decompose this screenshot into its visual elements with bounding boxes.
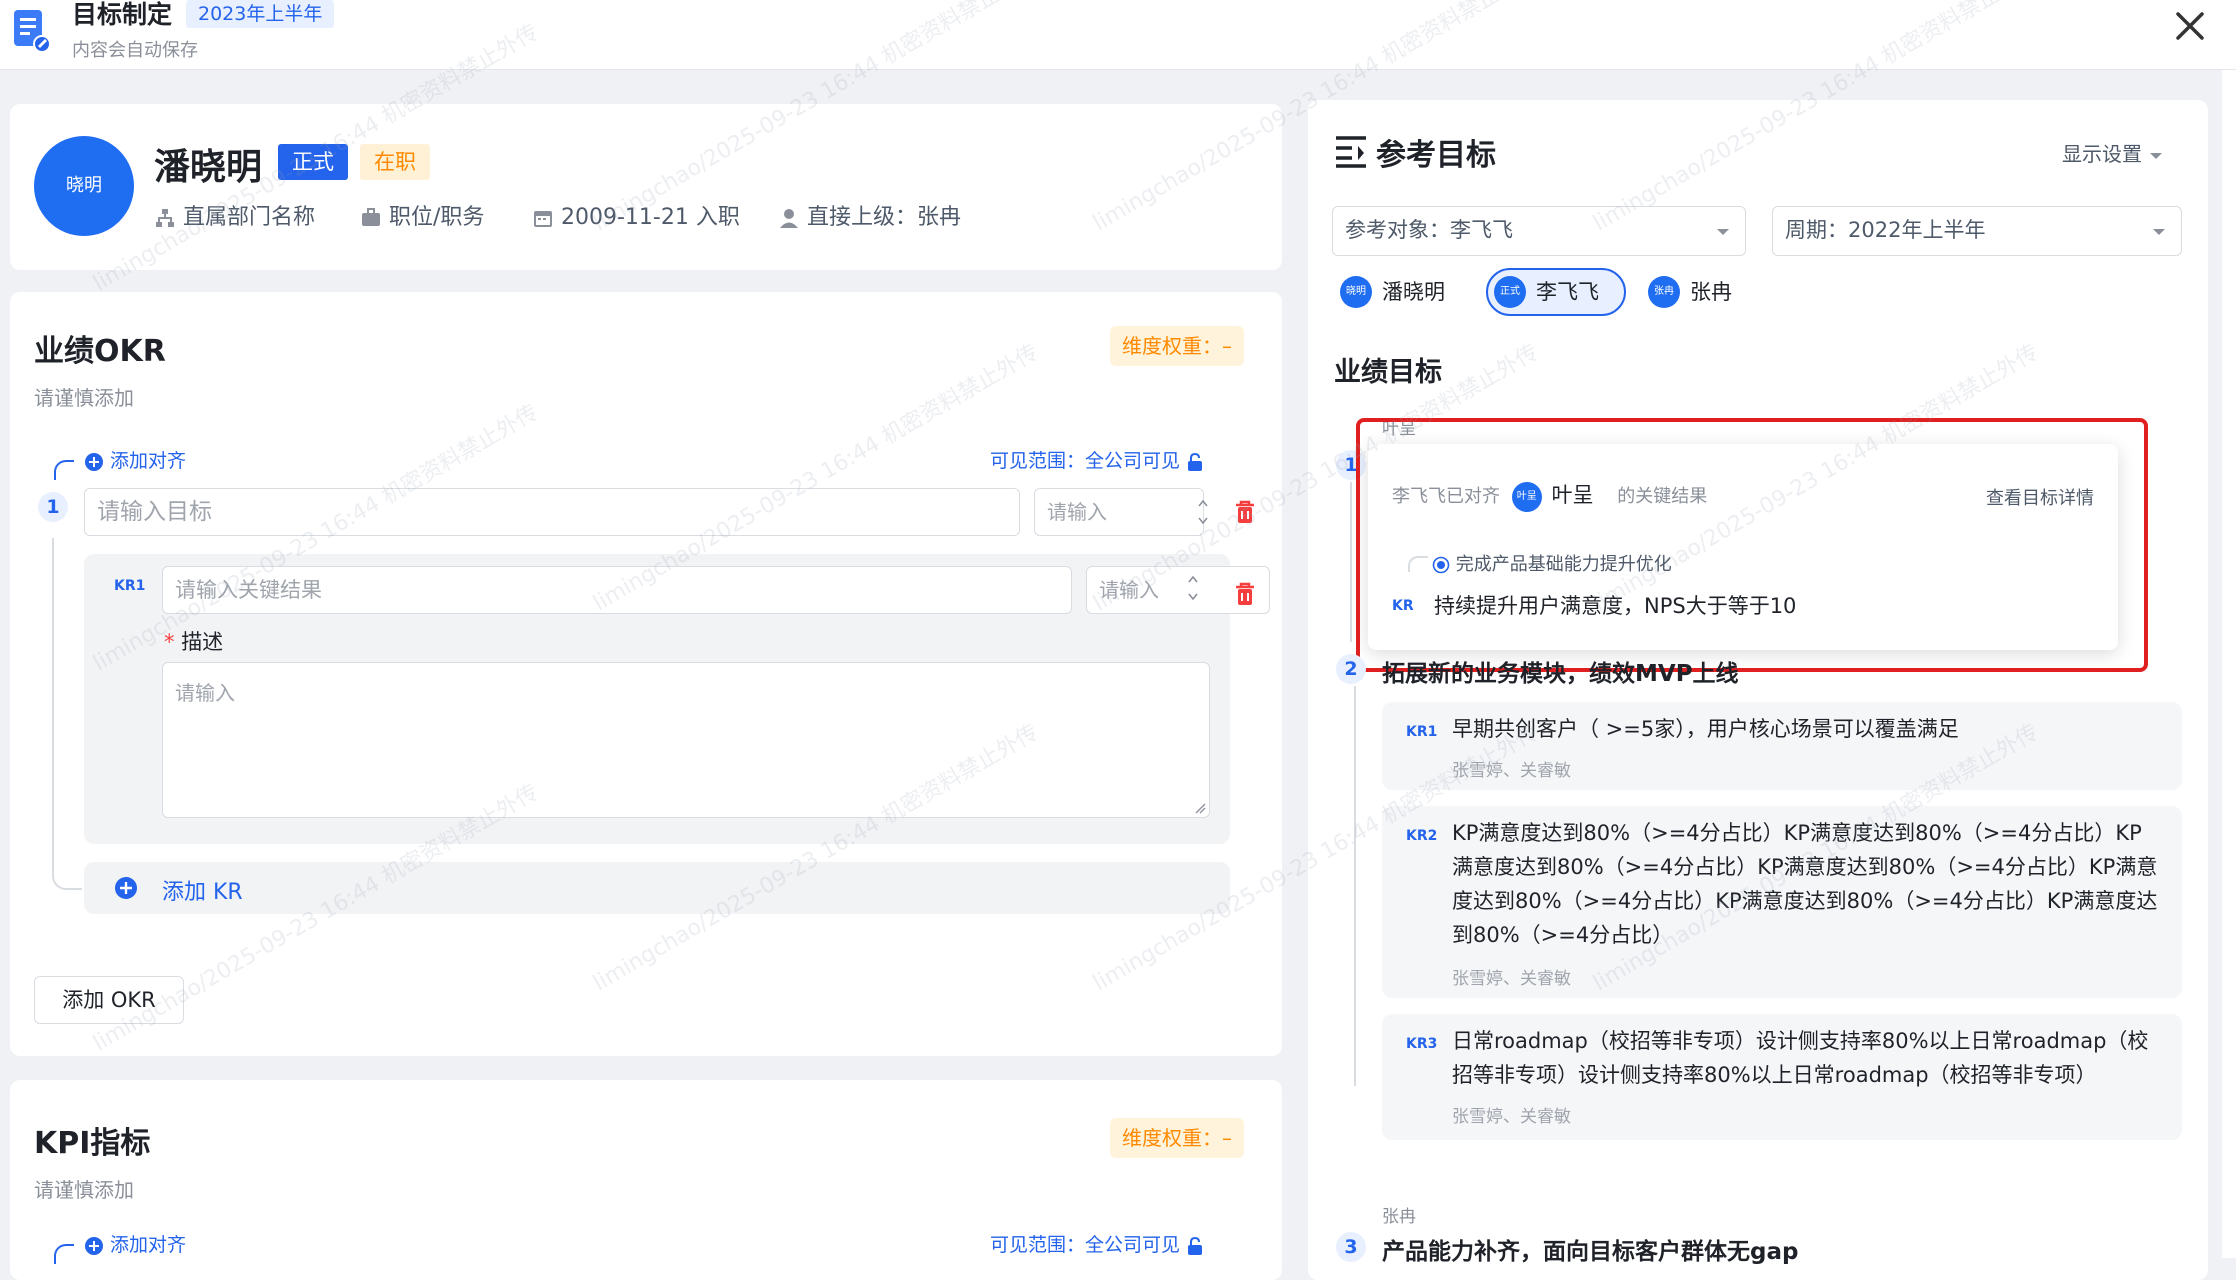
resize-handle-icon[interactable] — [1194, 802, 1206, 814]
obj2-number: 2 — [1336, 654, 1366, 684]
ref-kr-item[interactable]: KR2 KP满意度达到80%（>=4分占比）KP满意度达到80%（>=4分占比）… — [1382, 806, 2182, 998]
department-info: 直属部门名称 — [154, 204, 315, 232]
objective-number: 1 — [38, 492, 68, 522]
org-icon — [156, 209, 174, 227]
outline-icon — [1336, 136, 1366, 168]
delete-kr-icon[interactable] — [1232, 580, 1258, 608]
person-icon — [780, 209, 798, 228]
status-active-badge: 在职 — [360, 144, 430, 180]
header-bar: 目标制定 2023年上半年 内容会自动保存 — [0, 0, 2236, 70]
okr-card: 业绩OKR 请谨慎添加 维度权重：– 添加对齐 可见范围：全公司可见 1 请输入… — [10, 292, 1282, 1056]
kr-weight-stepper[interactable] — [1186, 568, 1200, 608]
kpi-add-align-link[interactable]: 添加对齐 — [84, 1232, 186, 1258]
plus-circle-icon — [115, 877, 137, 899]
objective-weight-input[interactable]: 请输入 — [1034, 488, 1204, 536]
ref-kr-item[interactable]: KR3 日常roadmap（校招等非专项）设计侧支持率80%以上日常roadma… — [1382, 1014, 2182, 1140]
employee-avatar: 晓明 — [34, 136, 134, 236]
status-formal-badge: 正式 — [278, 144, 348, 180]
close-icon[interactable] — [2170, 6, 2210, 46]
objective-input[interactable]: 请输入目标 — [84, 488, 1020, 536]
period-tag: 2023年上半年 — [186, 0, 335, 28]
employee-card: 晓明 潘晓明 正式 在职 直属部门名称 职位/职务 2009-11-21 入职 … — [10, 104, 1282, 270]
tree-line — [52, 538, 82, 890]
display-settings[interactable]: 显示设置 — [2062, 138, 2164, 167]
person-pill-lifeifei[interactable]: 正式 李飞飞 — [1486, 268, 1626, 316]
kpi-weight-badge[interactable]: 维度权重：– — [1110, 1118, 1244, 1158]
chevron-down-icon — [2150, 152, 2163, 159]
chevron-down-icon — [2153, 229, 2165, 235]
chevron-down-icon — [1717, 229, 1729, 235]
kpi-card: KPI指标 请谨慎添加 维度权重：– 添加对齐 可见范围：全公司可见 — [10, 1080, 1282, 1280]
align-connector — [54, 1244, 74, 1264]
join-date-info: 2009-11-21 入职 — [532, 204, 740, 232]
kpi-section-subtitle: 请谨慎添加 — [34, 1178, 134, 1202]
kr-text: KP满意度达到80%（>=4分占比）KP满意度达到80%（>=4分占比）KP 满… — [1452, 821, 2158, 947]
kr-owners: 张雪婷、关睿敏 — [1452, 761, 1571, 781]
reference-section-title: 业绩目标 — [1334, 357, 1442, 388]
reference-object-select[interactable]: 参考对象：李飞飞 — [1332, 206, 1746, 256]
kr-text: 日常roadmap（校招等非专项）设计侧支持率80%以上日常roadmap（校 … — [1452, 1029, 2149, 1087]
calendar-icon — [534, 211, 552, 227]
avatar: 晓明 — [1340, 276, 1372, 308]
okr-section-subtitle: 请谨慎添加 — [34, 386, 134, 410]
avatar: 张冉 — [1648, 276, 1680, 308]
autosave-hint: 内容会自动保存 — [72, 40, 198, 61]
employee-name: 潘晓明 — [154, 147, 263, 188]
align-connector — [54, 460, 74, 480]
okr-section-title: 业绩OKR — [34, 334, 166, 369]
kpi-section-title: KPI指标 — [34, 1126, 151, 1161]
lock-icon — [1188, 1236, 1203, 1255]
add-align-link[interactable]: 添加对齐 — [84, 448, 186, 474]
add-kr-label: 添加 KR — [162, 880, 243, 905]
lock-icon — [1188, 452, 1203, 471]
tree-line — [1354, 686, 1356, 1086]
ref-kr-item[interactable]: KR1 早期共创客户（ >=5家），用户核心场景可以覆盖满足 张雪婷、关睿敏 — [1382, 702, 2182, 790]
visibility-scope[interactable]: 可见范围：全公司可见 — [990, 448, 1204, 474]
document-icon — [14, 10, 51, 52]
add-kr-row[interactable]: 添加 KR — [84, 862, 1230, 914]
kr-input[interactable]: 请输入关键结果 — [162, 566, 1072, 614]
add-okr-button[interactable]: 添加 OKR — [34, 976, 184, 1024]
kr-owners: 张雪婷、关睿敏 — [1452, 1107, 1571, 1127]
person-pill-panxiaoming[interactable]: 晓明 潘晓明 — [1334, 268, 1462, 316]
kr-owners: 张雪婷、关睿敏 — [1452, 969, 1571, 989]
period-select[interactable]: 周期：2022年上半年 — [1772, 206, 2182, 256]
plus-circle-icon — [85, 452, 103, 471]
kpi-visibility-scope[interactable]: 可见范围：全公司可见 — [990, 1232, 1204, 1258]
plus-circle-icon — [85, 1236, 103, 1255]
objective-weight-stepper[interactable] — [1196, 492, 1210, 532]
avatar: 正式 — [1494, 276, 1526, 308]
kr-block: KR1 请输入关键结果 请输入 * 描述 请输入 — [84, 554, 1270, 844]
obj2-title: 拓展新的业务模块，绩效MVP上线 — [1382, 661, 1739, 687]
page-title: 目标制定 — [72, 0, 173, 29]
manager-info: 直接上级：张冉 — [778, 204, 961, 232]
position-info: 职位/职务 — [360, 204, 484, 232]
kr-text: 早期共创客户（ >=5家），用户核心场景可以覆盖满足 — [1452, 717, 1959, 741]
scrollbar[interactable] — [2222, 70, 2236, 1258]
briefcase-icon — [362, 208, 380, 226]
highlight-box — [1356, 418, 2148, 672]
obj3-title: 产品能力补齐，面向目标客户群体无gap — [1382, 1239, 1799, 1265]
okr-weight-badge[interactable]: 维度权重：– — [1110, 326, 1244, 366]
reference-title: 参考目标 — [1376, 138, 1496, 173]
tree-line — [1350, 482, 1352, 642]
desc-label: * 描述 — [164, 630, 224, 654]
delete-objective-icon[interactable] — [1232, 498, 1258, 526]
person-pill-zhangran[interactable]: 张冉 张冉 — [1642, 268, 1752, 316]
desc-textarea[interactable]: 请输入 — [162, 662, 1210, 818]
kr-label: KR1 — [114, 578, 146, 594]
obj3-owner: 张冉 — [1382, 1207, 1416, 1227]
